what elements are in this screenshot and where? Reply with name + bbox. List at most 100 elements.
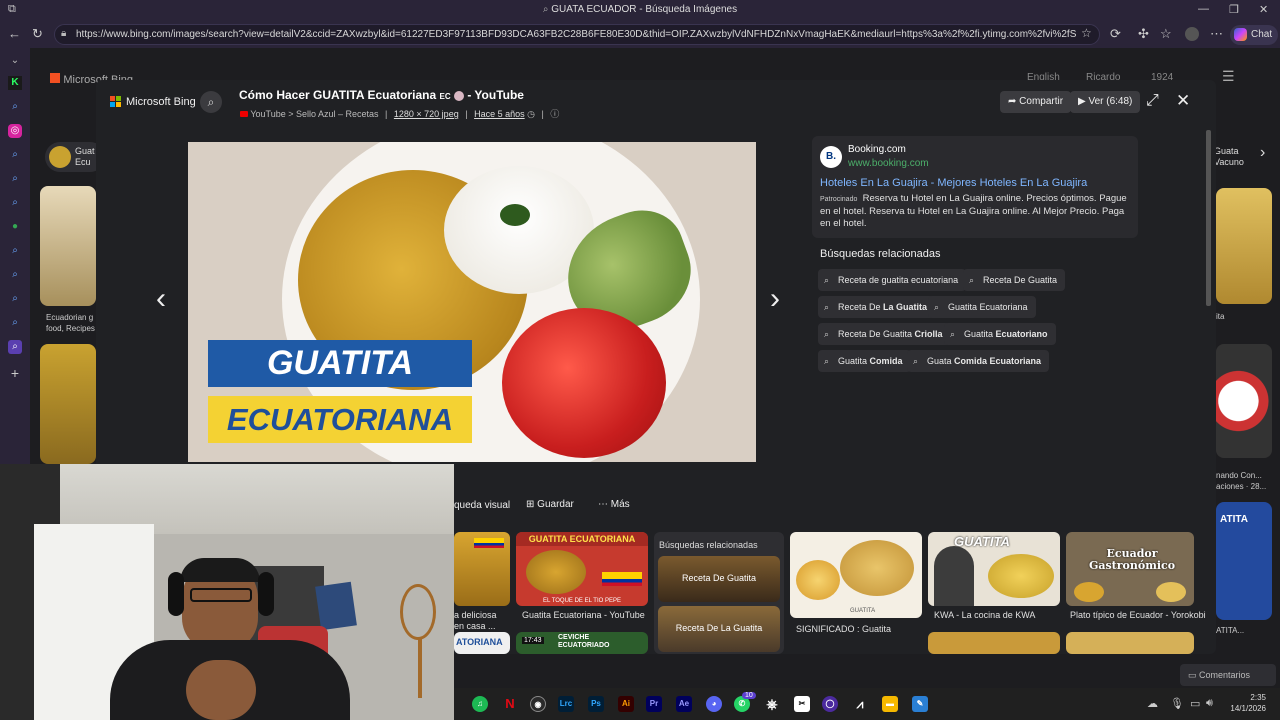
save-button[interactable]: ⊞ Guardar (526, 499, 574, 510)
thumb-caption[interactable]: KWA - La cocina de KWA (934, 610, 1035, 620)
lock-icon[interactable]: 🔒︎ (61, 28, 66, 39)
result-thumb[interactable] (40, 344, 96, 464)
refresh-icon[interactable]: ↻ (32, 26, 43, 42)
related-thumb[interactable] (1066, 632, 1194, 654)
thumb-caption[interactable]: SIGNIFICADO : Guatita (796, 624, 891, 634)
display-icon[interactable]: ▭ (1190, 697, 1200, 710)
result-thumb[interactable]: ATITA (1216, 502, 1272, 620)
related-thumb[interactable] (454, 532, 510, 606)
related-chip[interactable]: ⌕ Receta de guatita ecuatoriana (818, 269, 967, 291)
favorite-star-icon[interactable]: ☆ (1081, 26, 1092, 40)
related-chip[interactable]: ⌕ Guatita Ecuatoriana (928, 296, 1036, 318)
modal-title[interactable]: Cómo Hacer GUATITA Ecuatoriana EC - YouT… (239, 88, 524, 102)
url-text[interactable]: https://www.bing.com/images/search?view=… (76, 29, 1076, 40)
obs-icon[interactable]: ◉ (530, 696, 546, 712)
netflix-icon[interactable]: N (502, 696, 518, 712)
more-menu-icon[interactable]: ⋯ (1210, 26, 1223, 42)
minimize-icon[interactable]: — (1198, 3, 1209, 15)
related-chip[interactable]: ⌕ Receta De Guatita Criolla (818, 323, 951, 345)
result-caption[interactable]: Ecuadorian g food, Recipes (46, 312, 95, 334)
photoshop-icon[interactable]: Ps (588, 696, 604, 712)
related-search-tile[interactable]: Receta De La Guatita (658, 606, 780, 652)
onedrive-icon[interactable]: ☁ (1147, 697, 1158, 710)
search-icon[interactable]: ⌕ (200, 91, 222, 113)
search-icon[interactable]: ⌕ (8, 244, 22, 258)
related-thumb[interactable]: GUATITA ECUATORIANA EL TOQUE DE EL TIO P… (516, 532, 648, 606)
related-chip[interactable]: ⌕ Guatita Comida (818, 350, 911, 372)
search-icon[interactable]: ⌕ (8, 340, 22, 354)
related-thumb[interactable]: GUATITA (928, 532, 1060, 606)
favorites-icon[interactable]: ☆ (1160, 26, 1172, 42)
related-thumb[interactable]: GUATITA (790, 532, 922, 618)
search-icon[interactable]: ⌕ (8, 100, 22, 114)
main-image[interactable]: GUATITA ECUATORIANA (188, 142, 756, 462)
related-chip[interactable]: ⌕ Guata Comida Ecuatoriana (907, 350, 1050, 372)
kick-icon[interactable]: K (8, 76, 22, 90)
lightroom-classic-icon[interactable]: Lrc (558, 696, 574, 712)
chevron-right-icon[interactable]: › (1260, 144, 1265, 162)
file-explorer-icon[interactable]: ▬ (882, 696, 898, 712)
related-chip[interactable]: ⌕ Receta De La Guatita (818, 296, 936, 318)
search-icon[interactable]: ⌕ (8, 292, 22, 306)
search-icon[interactable]: ⌕ (8, 196, 22, 210)
image-age-link[interactable]: Hace 5 años (474, 109, 525, 119)
previous-image-icon[interactable]: ‹ (156, 282, 166, 316)
search-icon[interactable]: ⌕ (8, 316, 22, 330)
browser-icon[interactable]: ◯ (822, 696, 838, 712)
thumb-caption[interactable]: Guatita Ecuatoriana - YouTube (522, 610, 645, 620)
close-icon[interactable]: ✕ (1176, 91, 1190, 111)
share-button[interactable]: ➦ Compartir (1000, 91, 1072, 113)
related-thumb[interactable]: Ecuador Gastronómico (1066, 532, 1194, 606)
back-icon[interactable]: ← (8, 26, 21, 41)
microphone-icon[interactable]: 🎙︎ (1170, 697, 1184, 710)
info-icon[interactable]: ⓘ (550, 109, 559, 119)
system-clock[interactable]: 2:35 14/1/2026 (1226, 692, 1266, 714)
chevron-down-icon[interactable]: ⌄ (8, 54, 22, 68)
illustrator-icon[interactable]: Ai (618, 696, 634, 712)
extensions-icon[interactable]: ⟳ (1110, 26, 1121, 42)
related-chip[interactable]: ⌕ Receta De Guatita (963, 269, 1066, 291)
more-button[interactable]: ⋯ Más (598, 499, 630, 510)
ad-domain[interactable]: www.booking.com (848, 158, 929, 169)
premiere-icon[interactable]: Pr (646, 696, 662, 712)
instagram-icon[interactable]: ◎ (8, 124, 22, 138)
extension-puzzle-icon[interactable]: ✣ (1138, 26, 1149, 42)
search-icon[interactable]: ⌕ (8, 172, 22, 186)
result-thumb[interactable] (1216, 188, 1272, 304)
result-caption[interactable]: ita (1216, 312, 1224, 321)
add-icon[interactable]: + (8, 366, 22, 380)
address-bar[interactable]: 🔒︎ https://www.bing.com/images/search?vi… (54, 24, 1100, 45)
sponsored-ad-card[interactable]: B. Booking.com www.booking.com Hoteles E… (812, 136, 1138, 238)
comments-button[interactable]: ▭ Comentarios (1180, 664, 1276, 686)
capcut-icon[interactable]: ✂ (794, 696, 810, 712)
result-thumb[interactable] (40, 186, 96, 306)
fullscreen-icon[interactable]: ⤢ (1146, 92, 1159, 110)
ad-site-name[interactable]: Booking.com (848, 144, 906, 155)
image-size-link[interactable]: 1280 × 720 jpeg (394, 109, 459, 119)
copilot-chat-button[interactable]: Chat (1230, 25, 1278, 45)
chatgpt-icon[interactable]: ⎈ (764, 696, 780, 712)
restore-icon[interactable]: ❐ (1229, 3, 1239, 16)
thumb-caption[interactable]: a deliciosa en casa ... (454, 610, 497, 632)
ad-headline-link[interactable]: Hoteles En La Guajira - Mejores Hoteles … (820, 177, 1087, 189)
related-thumb[interactable]: ATORIANA (454, 632, 510, 654)
profile-avatar-icon[interactable] (1185, 27, 1199, 41)
search-icon[interactable]: ⌕ (8, 268, 22, 282)
bing-logo-text[interactable]: Microsoft Bing (126, 96, 196, 108)
next-image-icon[interactable]: › (770, 282, 780, 316)
scrollbar-thumb[interactable] (1206, 130, 1211, 306)
related-thumb[interactable] (928, 632, 1060, 654)
app-icon[interactable]: ⩘ (852, 696, 868, 712)
related-search-tile[interactable]: Receta De Guatita (658, 556, 780, 602)
close-window-icon[interactable]: ✕ (1259, 3, 1268, 16)
spotify-icon[interactable]: ♫ (472, 696, 488, 712)
watch-video-button[interactable]: ▶ Ver (6:48) (1070, 91, 1141, 113)
result-caption[interactable]: nando Con... aciones · 28... (1216, 470, 1266, 492)
maps-pin-icon[interactable]: ● (8, 220, 22, 234)
hamburger-menu-icon[interactable]: ☰ (1222, 68, 1235, 85)
related-tag-right[interactable]: Guata Vacuno › (1210, 142, 1274, 172)
visual-search-button[interactable]: queda visual (454, 500, 510, 511)
thumb-caption[interactable]: Plato típico de Ecuador - Yorokobi (1070, 610, 1206, 620)
result-caption[interactable]: ATITA... (1216, 626, 1244, 635)
snipping-tool-icon[interactable]: ✎ (912, 696, 928, 712)
